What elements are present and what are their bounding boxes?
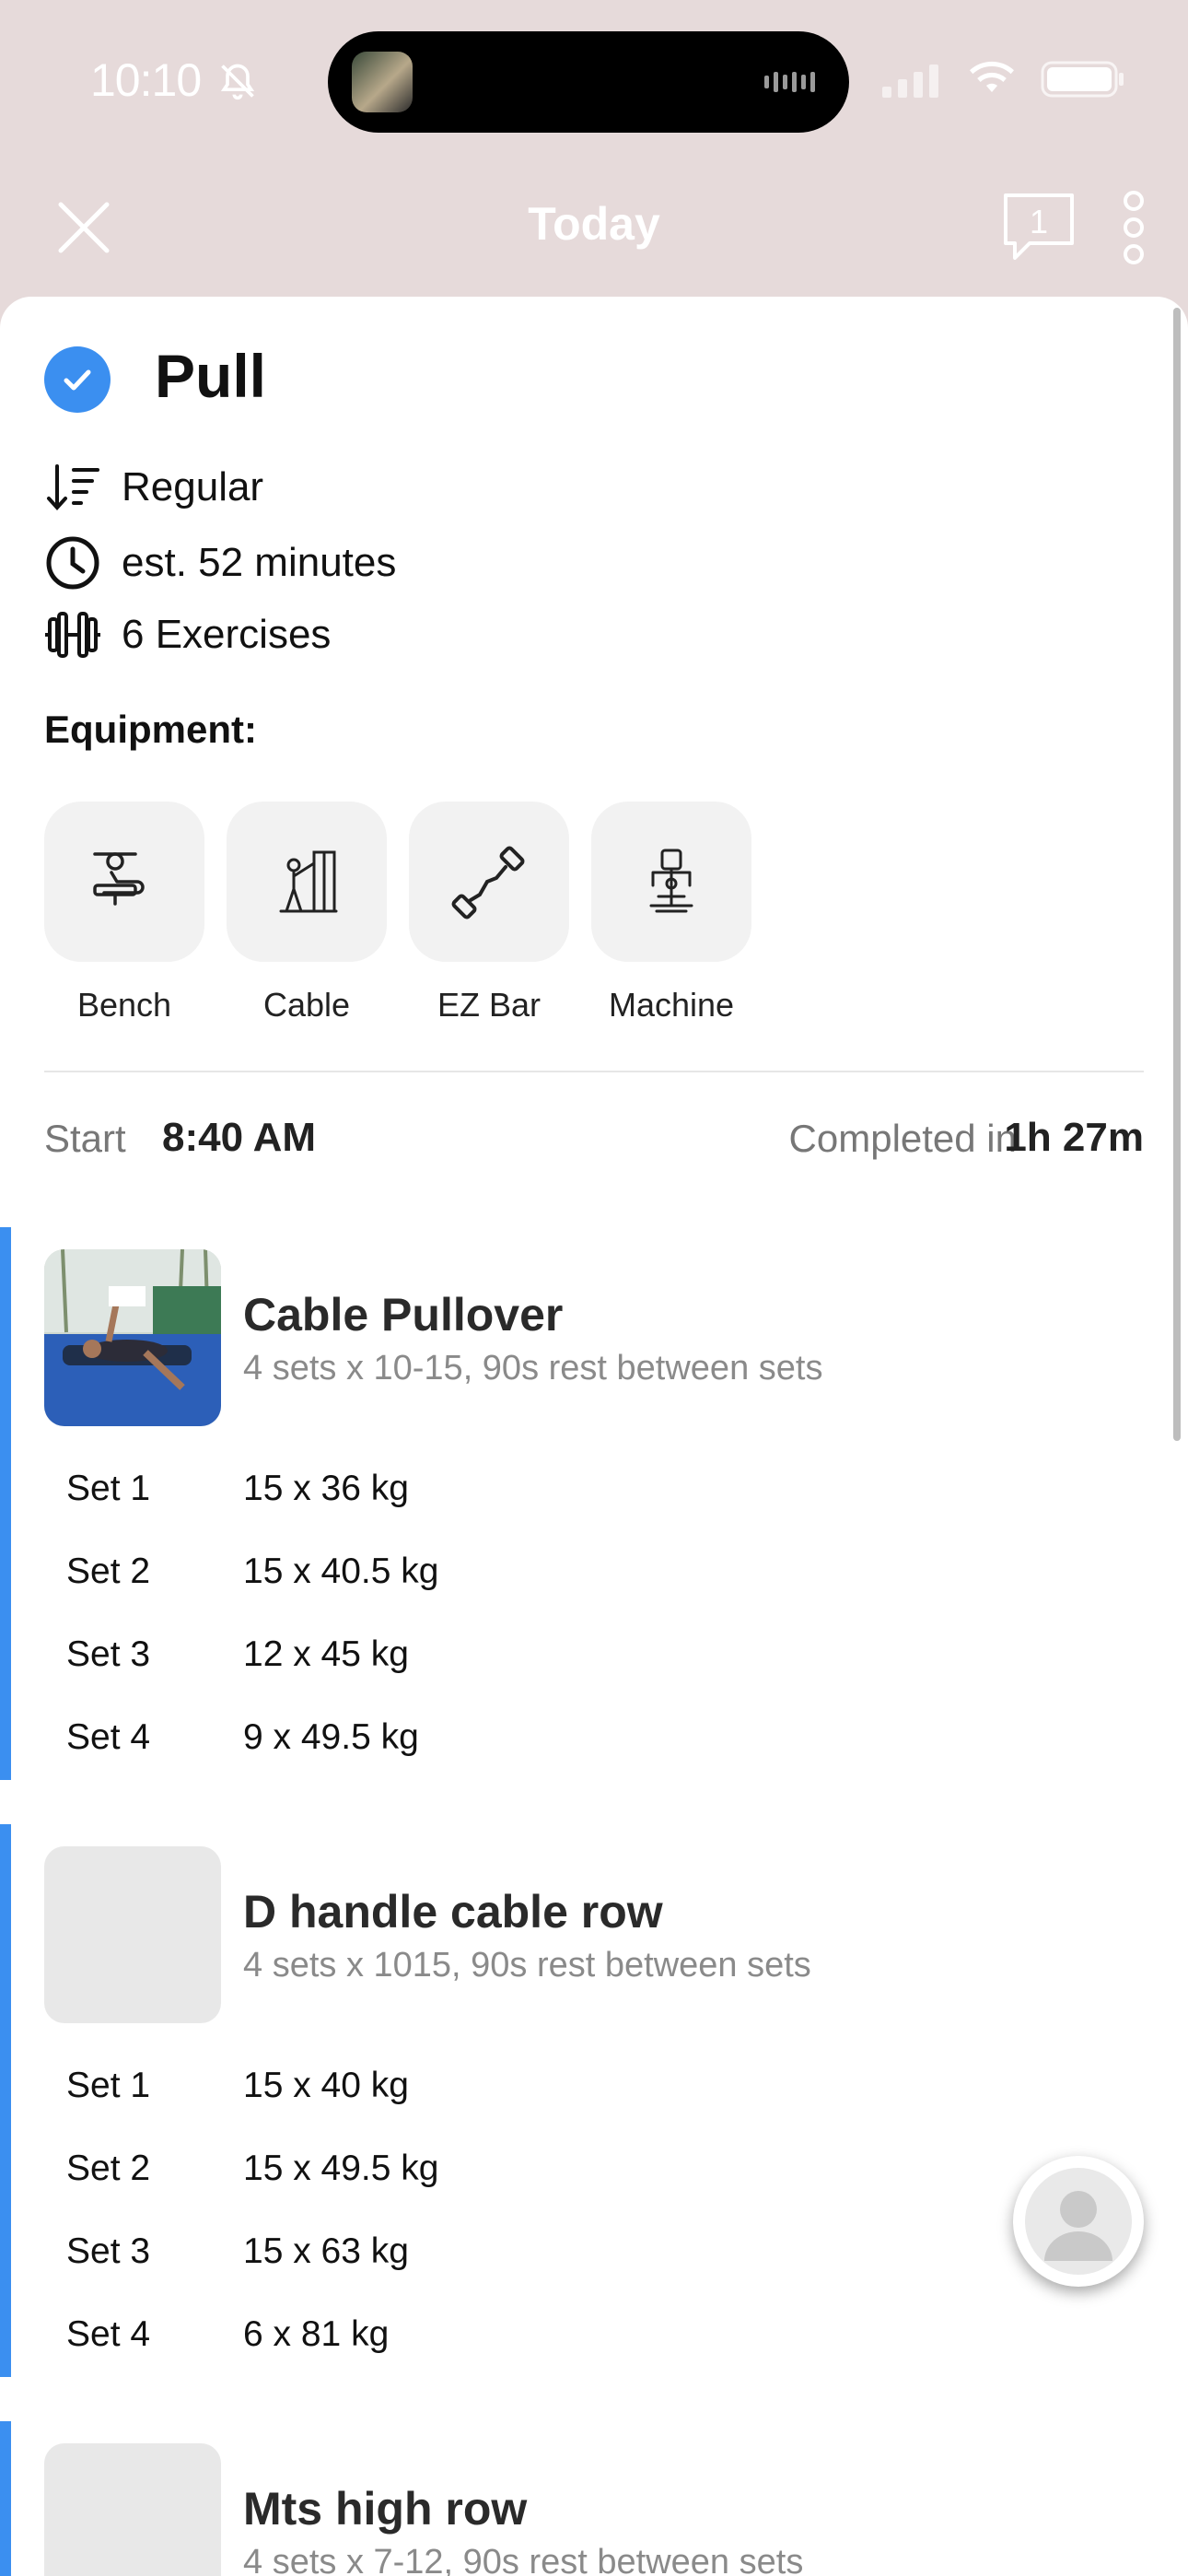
bell-off-icon: [220, 64, 255, 100]
exercise-thumbnail-placeholder[interactable]: [44, 1846, 221, 2023]
set-label: Set 3: [66, 1634, 151, 1674]
meta-exercises: 6 Exercises: [44, 606, 331, 663]
equipment-heading: Equipment:: [44, 708, 257, 751]
exercise-card[interactable]: D handle cable row 4 sets x 1015, 90s re…: [0, 1824, 1188, 2377]
battery-icon: [1041, 61, 1124, 98]
bench-icon: [93, 852, 145, 906]
equipment-label: Cable: [262, 986, 351, 1024]
wifi-icon: [970, 61, 1014, 92]
exercise-thumbnail-placeholder[interactable]: [44, 2443, 221, 2576]
equipment-label: Bench: [76, 986, 172, 1024]
completed-checkmark[interactable]: [44, 346, 111, 413]
exercise-summary: 4 sets x 10-15, 90s rest between sets: [243, 1349, 823, 1388]
set-value: 9 x 49.5 kg: [243, 1717, 419, 1757]
set-value: 15 x 40 kg: [243, 2066, 409, 2105]
now-playing-thumbnail: [352, 52, 413, 112]
sort-icon: [44, 459, 101, 516]
set-value: 15 x 40.5 kg: [243, 1551, 439, 1591]
more-options-icon[interactable]: [1120, 186, 1147, 269]
equipment-ez-bar[interactable]: EZ Bar: [409, 802, 569, 1025]
meta-duration: est. 52 minutes: [44, 534, 396, 591]
set-label: Set 1: [66, 1469, 151, 1508]
exercise-name: Cable Pullover: [243, 1289, 564, 1341]
chat-count-badge: 1: [1029, 203, 1049, 240]
exercise-name: Mts high row: [243, 2483, 528, 2535]
equipment-cable[interactable]: Cable: [227, 802, 387, 1025]
exercise-thumbnail[interactable]: [44, 1249, 221, 1426]
set-label: Set 2: [66, 1551, 151, 1591]
exercise-photo: [44, 1249, 221, 1426]
exercise-accent-bar: [0, 1824, 11, 2377]
set-value: 6 x 81 kg: [243, 2314, 390, 2354]
check-icon: [64, 369, 91, 391]
clock-icon: [44, 534, 101, 591]
set-label: Set 2: [66, 2149, 151, 2188]
dumbbell-icon: [44, 606, 101, 663]
equipment-label: Machine: [608, 986, 735, 1024]
exercise-summary: 4 sets x 1015, 90s rest between sets: [243, 1946, 811, 1985]
coach-avatar-button[interactable]: [1013, 2156, 1144, 2287]
equipment-bench[interactable]: Bench: [44, 802, 204, 1025]
set-value: 15 x 49.5 kg: [243, 2149, 439, 2188]
equipment-machine[interactable]: Machine: [591, 802, 751, 1025]
workout-card[interactable]: Pull Regular est. 52 minutes 6 Exercises: [0, 297, 1188, 2576]
exercise-count: 6 Exercises: [122, 612, 332, 657]
set-value: 15 x 63 kg: [243, 2231, 409, 2271]
exercise-card[interactable]: Mts high row 4 sets x 7-12, 90s rest bet…: [0, 2421, 1188, 2576]
chat-button[interactable]: 1: [1002, 192, 1076, 262]
status-time: 10:10: [90, 54, 202, 106]
workout-type: Regular: [122, 464, 264, 509]
set-label: Set 1: [66, 2066, 151, 2105]
set-label: Set 3: [66, 2231, 151, 2271]
workout-title: Pull: [155, 342, 267, 410]
ez-bar-icon: [451, 846, 525, 919]
estimated-duration: est. 52 minutes: [122, 540, 397, 585]
set-value: 15 x 36 kg: [243, 1469, 409, 1508]
completed-label: Completed in: [788, 1117, 1017, 1160]
exercise-summary: 4 sets x 7-12, 90s rest between sets: [243, 2543, 804, 2576]
exercise-name: D handle cable row: [243, 1886, 663, 1938]
divider: [44, 1071, 1144, 1072]
start-time: 8:40 AM: [162, 1115, 317, 1160]
dynamic-island[interactable]: [328, 31, 849, 133]
set-label: Set 4: [66, 2314, 151, 2354]
set-value: 12 x 45 kg: [243, 1634, 409, 1674]
completed-duration: 1h 27m: [1004, 1115, 1144, 1160]
meta-type: Regular: [44, 459, 263, 516]
cable-icon: [279, 850, 338, 913]
equipment-label: EZ Bar: [437, 986, 542, 1024]
exercise-card[interactable]: Cable Pullover 4 sets x 10-15, 90s rest …: [0, 1227, 1188, 1780]
start-label: Start: [44, 1117, 126, 1160]
avatar-placeholder-icon: [1025, 2168, 1132, 2275]
cellular-signal-icon: [882, 64, 938, 98]
machine-icon: [649, 849, 693, 913]
set-label: Set 4: [66, 1717, 151, 1757]
exercise-accent-bar: [0, 2421, 11, 2576]
exercise-accent-bar: [0, 1227, 11, 1780]
audio-wave-icon: [764, 72, 815, 92]
